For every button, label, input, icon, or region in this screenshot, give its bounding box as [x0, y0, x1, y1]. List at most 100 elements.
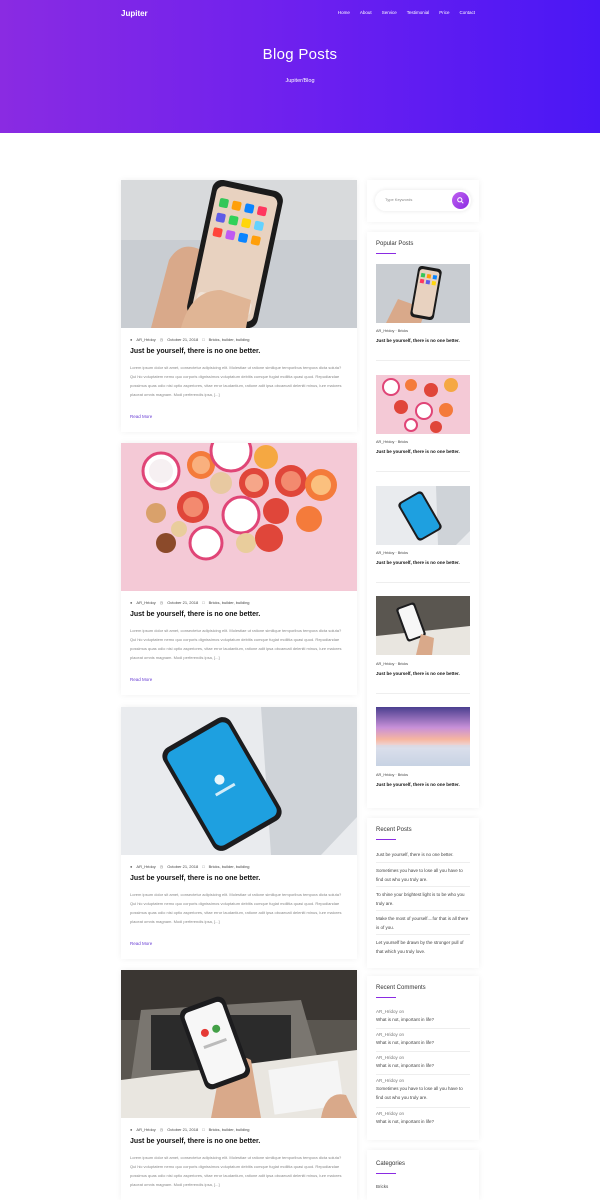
blog-post-card: ● AR_Hridoy ◷ October 21, 2018 □ Bricks, bu… [121, 443, 357, 695]
widget-title: Recent Posts [376, 827, 412, 833]
widget-title: Recent Comments [376, 985, 426, 991]
post-image-fruit-slices[interactable] [121, 443, 357, 591]
popular-post-title[interactable]: Just be yourself, there is no one better… [376, 558, 470, 567]
divider [376, 1074, 470, 1075]
post-meta: ● AR_Hridoy ◷ October 21, 2018 □ Bricks, bu… [130, 600, 250, 605]
popular-post-title[interactable]: Just be yourself, there is no one better… [376, 336, 470, 345]
popular-post-meta: AR_Hridoy · Bricks [376, 551, 409, 555]
blog-post-card: ● AR_Hridoy ◷ October 21, 2018 □ Bricks, bu… [121, 970, 357, 1200]
popular-post-meta: AR_Hridoy · Bricks [376, 773, 409, 777]
hero-banner: Jupiter Home About Service Testimonial P… [0, 0, 600, 133]
divider [376, 693, 470, 694]
clock-icon: ◷ [159, 1127, 164, 1132]
nav-testimonial[interactable]: Testimonial [407, 10, 430, 15]
popular-post-title[interactable]: Just be yourself, there is no one better… [376, 669, 470, 678]
comment-post-link[interactable]: What is not, important in life? [376, 1117, 470, 1126]
popular-post-meta: AR_Hridoy · Bricks [376, 662, 409, 666]
divider [376, 1028, 470, 1029]
user-icon: ● [130, 600, 133, 605]
post-excerpt: Lorem ipsum dolor sit amet, consectetur … [130, 628, 342, 660]
recent-post-link[interactable]: Just be yourself, there is no one better… [376, 850, 470, 859]
title-underline [376, 1173, 396, 1174]
post-excerpt: Lorem ipsum dolor sit amet, consectetur … [130, 1155, 342, 1187]
comment-post-link[interactable]: What is not, important in life? [376, 1015, 470, 1024]
category-link[interactable]: Bricks [376, 1182, 470, 1191]
breadcrumb[interactable]: Jupiter/Blog [0, 78, 600, 84]
popular-post-thumb[interactable] [376, 264, 470, 323]
comment-post-link[interactable]: What is not, important in life? [376, 1061, 470, 1070]
nav-service[interactable]: Service [382, 10, 397, 15]
nav-home[interactable]: Home [338, 10, 350, 15]
user-icon: ● [130, 337, 133, 342]
comment-author[interactable]: AR_Hridoy on [376, 1111, 404, 1116]
divider [376, 1051, 470, 1052]
post-excerpt: Lorem ipsum dolor sit amet, consectetur … [130, 892, 342, 924]
post-title[interactable]: Just be yourself, there is no one better… [130, 875, 260, 882]
search-icon [457, 197, 464, 204]
comment-post-link[interactable]: What is not, important in life? [376, 1038, 470, 1047]
search-widget: Type Keywords [367, 180, 479, 222]
recent-post-link[interactable]: Let yourself be drawn by the stronger pu… [376, 938, 470, 956]
folder-icon: □ [202, 864, 205, 869]
read-more-link[interactable]: Read More [130, 941, 152, 946]
post-image-phone-laptop-desk[interactable] [121, 970, 357, 1118]
search-input[interactable]: Type Keywords [375, 190, 471, 211]
popular-post-thumb[interactable] [376, 486, 470, 545]
comment-author[interactable]: AR_Hridoy on [376, 1032, 404, 1037]
blog-post-card: ● AR_Hridoy ◷ October 21, 2018 □ Bricks, bu… [121, 707, 357, 959]
nav-about[interactable]: About [360, 10, 372, 15]
clock-icon: ◷ [159, 600, 164, 605]
clock-icon: ◷ [159, 864, 164, 869]
title-underline [376, 253, 396, 254]
recent-comments-widget: Recent Comments AR_Hridoy on What is not… [367, 976, 479, 1140]
popular-post-meta: AR_Hridoy · Bricks [376, 329, 409, 333]
popular-post-meta: AR_Hridoy · Bricks [376, 440, 409, 444]
divider [376, 471, 470, 472]
post-meta: ● AR_Hridoy ◷ October 21, 2018 □ Bricks, bu… [130, 864, 250, 869]
search-button[interactable] [452, 192, 469, 209]
read-more-link[interactable]: Read More [130, 677, 152, 682]
comment-author[interactable]: AR_Hridoy on [376, 1055, 404, 1060]
post-title[interactable]: Just be yourself, there is no one better… [130, 348, 260, 355]
user-icon: ● [130, 864, 133, 869]
main-nav: Home About Service Testimonial Price Con… [338, 10, 475, 15]
page-title: Blog Posts [262, 46, 338, 63]
post-meta: ● AR_Hridoy ◷ October 21, 2018 □ Bricks, bu… [130, 1127, 250, 1132]
user-icon: ● [130, 1127, 133, 1132]
post-excerpt: Lorem ipsum dolor sit amet, consectetur … [130, 365, 342, 397]
recent-post-link[interactable]: Make the most of yourself....for that is… [376, 914, 470, 932]
post-title[interactable]: Just be yourself, there is no one better… [130, 611, 260, 618]
divider [376, 1107, 470, 1108]
popular-post-title[interactable]: Just be yourself, there is no one better… [376, 780, 470, 789]
divider [376, 934, 470, 935]
divider [376, 582, 470, 583]
folder-icon: □ [202, 1127, 205, 1132]
post-title[interactable]: Just be yourself, there is no one better… [130, 1138, 260, 1145]
divider [376, 862, 470, 863]
blog-post-card: ● AR_Hridoy ◷ October 21, 2018 □ Bricks, bu… [121, 180, 357, 432]
popular-post-thumb[interactable] [376, 596, 470, 655]
folder-icon: □ [202, 337, 205, 342]
recent-post-link[interactable]: To shine your brightest light is to be w… [376, 890, 470, 908]
nav-price[interactable]: Price [439, 10, 449, 15]
comment-author[interactable]: AR_Hridoy on [376, 1078, 404, 1083]
popular-post-thumb[interactable] [376, 707, 470, 766]
popular-post-thumb[interactable] [376, 375, 470, 434]
post-image-phone-blue-screen[interactable] [121, 707, 357, 855]
folder-icon: □ [202, 600, 205, 605]
recent-post-link[interactable]: Sometimes you have to lose all you have … [376, 866, 470, 884]
divider [376, 886, 470, 887]
nav-contact[interactable]: Contact [459, 10, 475, 15]
divider [376, 910, 470, 911]
widget-title: Popular Posts [376, 241, 414, 247]
comment-author[interactable]: AR_Hridoy on [376, 1009, 404, 1014]
read-more-link[interactable]: Read More [130, 414, 152, 419]
divider [376, 360, 470, 361]
popular-post-title[interactable]: Just be yourself, there is no one better… [376, 447, 470, 456]
site-logo[interactable]: Jupiter [121, 9, 148, 18]
title-underline [376, 839, 396, 840]
post-meta: ● AR_Hridoy ◷ October 21, 2018 □ Bricks, bu… [130, 337, 250, 342]
post-image-phone-home-screen[interactable] [121, 180, 357, 328]
comment-post-link[interactable]: Sometimes you have to lose all you have … [376, 1084, 470, 1102]
recent-posts-widget: Recent Posts Just be yourself, there is … [367, 818, 479, 968]
